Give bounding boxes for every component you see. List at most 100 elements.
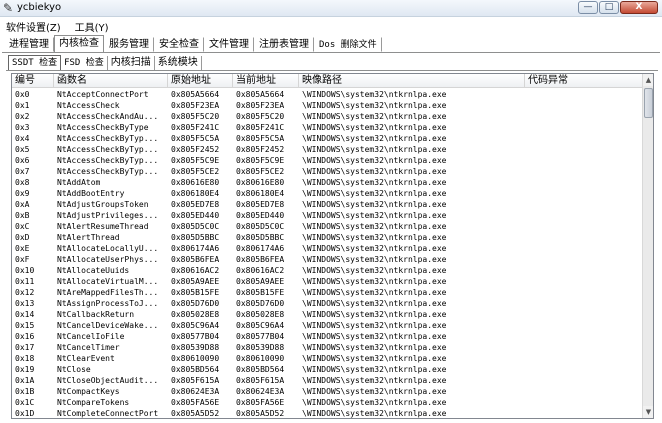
row-function: NtAdjustGroupsToken	[57, 200, 149, 209]
table-row[interactable]: 0x1 NtAccessCheck 0x805F23EA 0x805F23EA \WIN…	[12, 100, 643, 111]
row-function: NtAccessCheckByTyp...	[57, 156, 159, 165]
column-header-original-address[interactable]: 原始地址	[168, 74, 233, 88]
table-row[interactable]: 0x10 NtAllocateUuids 0x80616AC2 0x80616AC2 \…	[12, 265, 643, 276]
table-row[interactable]: 0x3 NtAccessCheckByType 0x805F241C 0x805F24…	[12, 122, 643, 133]
table-row[interactable]: 0x15 NtCancelDeviceWake... 0x805C96A4 0x805…	[12, 320, 643, 331]
table-row[interactable]: 0x4 NtAccessCheckByTyp... 0x805F5C5A 0x805F…	[12, 133, 643, 144]
column-header-image-path[interactable]: 映像路径	[299, 74, 525, 88]
row-original-address: 0x80577B04	[171, 332, 220, 341]
row-image-path: \WINDOWS\system32\ntkrnlpa.exe	[302, 321, 447, 330]
table-row[interactable]: 0xD NtAlertThread 0x805D5BBC 0x805D5BBC \WIN…	[12, 232, 643, 243]
row-current-address: 0x806180E4	[236, 189, 285, 198]
row-code-anomaly	[525, 342, 643, 353]
row-image-path: \WINDOWS\system32\ntkrnlpa.exe	[302, 266, 447, 275]
table-row[interactable]: 0x9 NtAddBootEntry 0x806180E4 0x806180E4 \WI…	[12, 188, 643, 199]
table-row[interactable]: 0x1A NtCloseObjectAudit... 0x805F615A 0x805…	[12, 375, 643, 386]
tab-files[interactable]: 文件管理	[204, 37, 254, 52]
row-image-path: \WINDOWS\system32\ntkrnlpa.exe	[302, 134, 447, 143]
ssdt-table[interactable]: 编号 函数名 原始地址 当前地址 映像路径 代码异常 0x0 NtAcceptCo…	[11, 73, 654, 419]
row-current-address: 0x80610090	[236, 354, 285, 363]
subtab-ssdt[interactable]: SSDT 检查	[8, 55, 62, 70]
table-row[interactable]: 0x7 NtAccessCheckByTyp... 0x805F5CE2 0x805F…	[12, 166, 643, 177]
table-row[interactable]: 0x6 NtAccessCheckByTyp... 0x805F5C9E 0x805F…	[12, 155, 643, 166]
tab-process[interactable]: 进程管理	[4, 37, 54, 52]
row-function: NtAccessCheckByType	[57, 123, 149, 132]
maximize-button[interactable]: □	[599, 1, 619, 14]
row-current-address: 0x805BD564	[236, 365, 285, 374]
row-code-anomaly	[525, 111, 643, 122]
table-row[interactable]: 0xA NtAdjustGroupsToken 0x805ED7E8 0x805ED7…	[12, 199, 643, 210]
column-header-current-address[interactable]: 当前地址	[233, 74, 299, 88]
tab-registry[interactable]: 注册表管理	[254, 37, 314, 52]
row-code-anomaly	[525, 298, 643, 309]
table-row[interactable]: 0x18 NtClearEvent 0x80610090 0x80610090 \WIN…	[12, 353, 643, 364]
subtab-system-modules[interactable]: 系统模块	[155, 56, 202, 70]
menu-settings[interactable]: 软件设置(Z)	[6, 19, 61, 34]
row-index: 0x3	[15, 123, 30, 132]
row-index: 0x18	[15, 354, 35, 363]
table-row[interactable]: 0x0 NtAcceptConnectPort 0x805A5664 0x805A56…	[12, 89, 643, 100]
close-button[interactable]: X	[620, 1, 658, 14]
subtab-fsd[interactable]: FSD 检查	[61, 56, 108, 70]
row-current-address: 0x805ED440	[236, 211, 285, 220]
tab-kernel[interactable]: 内核检查	[54, 35, 104, 52]
column-header-index[interactable]: 编号	[12, 74, 54, 88]
tab-services[interactable]: 服务管理	[104, 37, 154, 52]
row-current-address: 0x805F241C	[236, 123, 285, 132]
table-row[interactable]: 0xE NtAllocateLocallyU... 0x806174A6 0x8061…	[12, 243, 643, 254]
table-row[interactable]: 0x8 NtAddAtom 0x80616E80 0x80616E80 \WINDOWS…	[12, 177, 643, 188]
table-row[interactable]: 0x17 NtCancelTimer 0x80539D88 0x80539D88 \WI…	[12, 342, 643, 353]
scroll-down-icon[interactable]: ▼	[643, 406, 653, 418]
row-original-address: 0x805F5CE2	[171, 167, 220, 176]
table-row[interactable]: 0x5 NtAccessCheckByTyp... 0x805F2452 0x805F…	[12, 144, 643, 155]
table-row[interactable]: 0x2 NtAccessCheckAndAu... 0x805F5C20 0x805F…	[12, 111, 643, 122]
row-index: 0x0	[15, 90, 30, 99]
row-index: 0xA	[15, 200, 30, 209]
row-code-anomaly	[525, 386, 643, 397]
title-bar: ✎ ycbiekyo — □ X	[0, 0, 662, 17]
subtab-kernel-scan[interactable]: 内核扫描	[108, 56, 155, 70]
table-row[interactable]: 0xB NtAdjustPrivileges... 0x805ED440 0x805E…	[12, 210, 643, 221]
table-row[interactable]: 0x1D NtCompleteConnectPort 0x805A5D52 0x805…	[12, 408, 643, 418]
table-row[interactable]: 0x1C NtCompareTokens 0x805FA56E 0x805FA56E \…	[12, 397, 643, 408]
row-index: 0x6	[15, 156, 30, 165]
minimize-button[interactable]: —	[578, 1, 598, 14]
table-row[interactable]: 0x14 NtCallbackReturn 0x805028E8 0x805028E8…	[12, 309, 643, 320]
column-header-code-anomaly[interactable]: 代码异常	[525, 74, 643, 88]
table-row[interactable]: 0x19 NtClose 0x805BD564 0x805BD564 \WINDOWS\…	[12, 364, 643, 375]
tab-security[interactable]: 安全检查	[154, 37, 204, 52]
row-image-path: \WINDOWS\system32\ntkrnlpa.exe	[302, 211, 447, 220]
table-row[interactable]: 0xF NtAllocateUserPhys... 0x805B6FEA 0x805B…	[12, 254, 643, 265]
row-function: NtCallbackReturn	[57, 310, 135, 319]
scroll-thumb[interactable]	[644, 88, 653, 118]
menu-tools[interactable]: 工具(Y)	[75, 19, 109, 34]
table-row[interactable]: 0x1B NtCompactKeys 0x80624E3A 0x80624E3A \WI…	[12, 386, 643, 397]
sub-tabs: SSDT 检查 FSD 检查 内核扫描 系统模块	[8, 55, 202, 70]
row-index: 0xF	[15, 255, 30, 264]
row-code-anomaly	[525, 397, 643, 408]
row-function: NtAllocateVirtualM...	[57, 277, 159, 286]
row-image-path: \WINDOWS\system32\ntkrnlpa.exe	[302, 123, 447, 132]
table-row[interactable]: 0x11 NtAllocateVirtualM... 0x805A9AEE 0x805…	[12, 276, 643, 287]
row-code-anomaly	[525, 144, 643, 155]
row-code-anomaly	[525, 188, 643, 199]
table-row[interactable]: 0x16 NtCancelIoFile 0x80577B04 0x80577B04 \W…	[12, 331, 643, 342]
tab-dos-delete[interactable]: Dos 删除文件	[314, 37, 382, 52]
row-function: NtClearEvent	[57, 354, 115, 363]
table-row[interactable]: 0x12 NtAreMappedFilesTh... 0x805B15FE 0x805…	[12, 287, 643, 298]
vertical-scrollbar[interactable]: ▲ ▼	[642, 74, 653, 418]
row-current-address: 0x806174A6	[236, 244, 285, 253]
table-row[interactable]: 0xC NtAlertResumeThread 0x805D5C0C 0x805D5C…	[12, 221, 643, 232]
row-original-address: 0x805028E8	[171, 310, 220, 319]
row-image-path: \WINDOWS\system32\ntkrnlpa.exe	[302, 200, 447, 209]
row-index: 0x15	[15, 321, 35, 330]
main-tabs: 进程管理 内核检查 服务管理 安全检查 文件管理 注册表管理 Dos 删除文件	[4, 35, 382, 52]
row-image-path: \WINDOWS\system32\ntkrnlpa.exe	[302, 332, 447, 341]
window-controls: — □ X	[577, 1, 658, 14]
column-header-function[interactable]: 函数名	[54, 74, 168, 88]
table-row[interactable]: 0x13 NtAssignProcessToJ... 0x805D76D0 0x805…	[12, 298, 643, 309]
row-image-path: \WINDOWS\system32\ntkrnlpa.exe	[302, 387, 447, 396]
row-image-path: \WINDOWS\system32\ntkrnlpa.exe	[302, 222, 447, 231]
scroll-up-icon[interactable]: ▲	[643, 74, 653, 86]
row-function: NtAccessCheckByTyp...	[57, 145, 159, 154]
